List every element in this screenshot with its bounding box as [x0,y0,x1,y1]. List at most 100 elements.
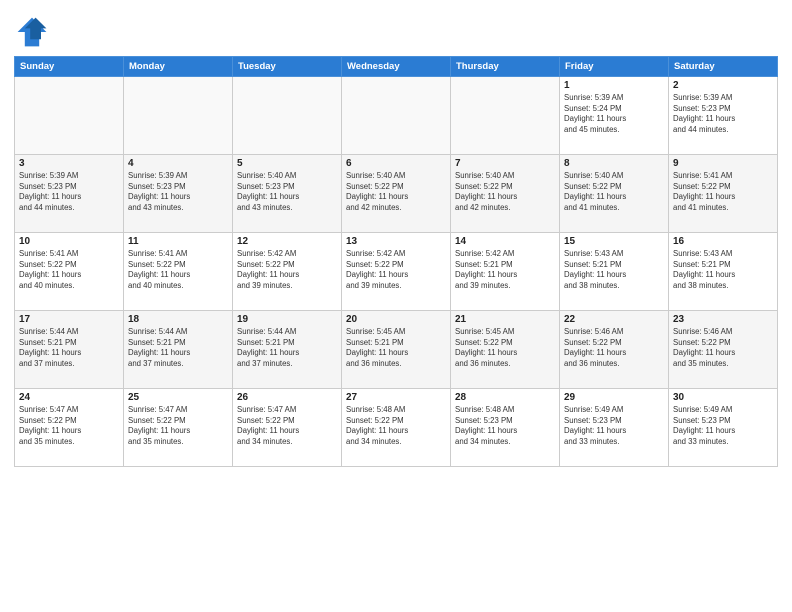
logo [14,14,54,50]
calendar-cell: 22 Sunrise: 5:46 AM Sunset: 5:22 PM Dayli… [560,311,669,389]
day-info: Sunrise: 5:44 AM Sunset: 5:21 PM Dayligh… [128,327,228,369]
day-number: 12 [237,236,337,247]
day-number: 23 [673,314,773,325]
calendar-cell [451,77,560,155]
calendar-cell: 3 Sunrise: 5:39 AM Sunset: 5:23 PM Daylig… [15,155,124,233]
calendar-cell: 12 Sunrise: 5:42 AM Sunset: 5:22 PM Dayli… [233,233,342,311]
day-number: 19 [237,314,337,325]
day-info: Sunrise: 5:46 AM Sunset: 5:22 PM Dayligh… [673,327,773,369]
calendar-cell: 28Sunrise: 5:48 AM Sunset: 5:23 PM Dayli… [451,389,560,467]
calendar-cell: 21 Sunrise: 5:45 AM Sunset: 5:22 PM Dayli… [451,311,560,389]
day-info: Sunrise: 5:44 AM Sunset: 5:21 PM Dayligh… [19,327,119,369]
day-number: 21 [455,314,555,325]
calendar-cell: 4 Sunrise: 5:39 AM Sunset: 5:23 PM Daylig… [124,155,233,233]
day-number: 8 [564,158,664,169]
day-number: 1 [564,80,664,91]
day-info: Sunrise: 5:40 AM Sunset: 5:22 PM Dayligh… [346,171,446,213]
day-info: Sunrise: 5:42 AM Sunset: 5:21 PM Dayligh… [455,249,555,291]
day-info: Sunrise: 5:44 AM Sunset: 5:21 PM Dayligh… [237,327,337,369]
calendar-header-row: SundayMondayTuesdayWednesdayThursdayFrid… [15,57,778,77]
day-info: Sunrise: 5:46 AM Sunset: 5:22 PM Dayligh… [564,327,664,369]
calendar-cell [342,77,451,155]
calendar-cell: 23 Sunrise: 5:46 AM Sunset: 5:22 PM Dayli… [669,311,778,389]
day-info: Sunrise: 5:41 AM Sunset: 5:22 PM Dayligh… [19,249,119,291]
day-info: Sunrise: 5:48 AM Sunset: 5:23 PM Dayligh… [455,405,555,447]
calendar-cell: 26 Sunrise: 5:47 AM Sunset: 5:22 PM Dayli… [233,389,342,467]
calendar-cell: 9 Sunrise: 5:41 AM Sunset: 5:22 PM Daylig… [669,155,778,233]
calendar-cell [124,77,233,155]
day-number: 27 [346,392,446,403]
calendar-header-saturday: Saturday [669,57,778,77]
day-info: Sunrise: 5:43 AM Sunset: 5:21 PM Dayligh… [673,249,773,291]
page-header [14,10,778,50]
day-info: Sunrise: 5:49 AM Sunset: 5:23 PM Dayligh… [564,405,664,447]
calendar-cell: 8 Sunrise: 5:40 AM Sunset: 5:22 PM Daylig… [560,155,669,233]
calendar-cell: 17 Sunrise: 5:44 AM Sunset: 5:21 PM Dayli… [15,311,124,389]
day-number: 9 [673,158,773,169]
day-info: Sunrise: 5:40 AM Sunset: 5:22 PM Dayligh… [455,171,555,213]
day-info: Sunrise: 5:47 AM Sunset: 5:22 PM Dayligh… [237,405,337,447]
day-info: Sunrise: 5:40 AM Sunset: 5:23 PM Dayligh… [237,171,337,213]
day-number: 4 [128,158,228,169]
day-number: 20 [346,314,446,325]
calendar-week-3: 10 Sunrise: 5:41 AM Sunset: 5:22 PM Dayli… [15,233,778,311]
calendar-cell: 24 Sunrise: 5:47 AM Sunset: 5:22 PM Dayli… [15,389,124,467]
day-info: Sunrise: 5:48 AM Sunset: 5:22 PM Dayligh… [346,405,446,447]
day-number: 22 [564,314,664,325]
calendar-cell: 29Sunrise: 5:49 AM Sunset: 5:23 PM Dayli… [560,389,669,467]
day-number: 3 [19,158,119,169]
day-info: Sunrise: 5:39 AM Sunset: 5:24 PM Dayligh… [564,93,664,135]
calendar-cell: 30 Sunrise: 5:49 AM Sunset: 5:23 PM Dayli… [669,389,778,467]
calendar-header-sunday: Sunday [15,57,124,77]
calendar-cell: 1 Sunrise: 5:39 AM Sunset: 5:24 PM Daylig… [560,77,669,155]
day-info: Sunrise: 5:47 AM Sunset: 5:22 PM Dayligh… [19,405,119,447]
day-number: 17 [19,314,119,325]
day-info: Sunrise: 5:39 AM Sunset: 5:23 PM Dayligh… [128,171,228,213]
day-number: 16 [673,236,773,247]
day-number: 5 [237,158,337,169]
calendar-week-1: 1 Sunrise: 5:39 AM Sunset: 5:24 PM Daylig… [15,77,778,155]
day-info: Sunrise: 5:41 AM Sunset: 5:22 PM Dayligh… [673,171,773,213]
day-info: Sunrise: 5:49 AM Sunset: 5:23 PM Dayligh… [673,405,773,447]
calendar-cell [15,77,124,155]
calendar-cell: 6 Sunrise: 5:40 AM Sunset: 5:22 PM Daylig… [342,155,451,233]
calendar-cell: 13 Sunrise: 5:42 AM Sunset: 5:22 PM Dayli… [342,233,451,311]
calendar-cell: 27 Sunrise: 5:48 AM Sunset: 5:22 PM Dayli… [342,389,451,467]
day-number: 30 [673,392,773,403]
day-info: Sunrise: 5:42 AM Sunset: 5:22 PM Dayligh… [237,249,337,291]
day-info: Sunrise: 5:43 AM Sunset: 5:21 PM Dayligh… [564,249,664,291]
calendar-cell: 16 Sunrise: 5:43 AM Sunset: 5:21 PM Dayli… [669,233,778,311]
calendar-week-4: 17 Sunrise: 5:44 AM Sunset: 5:21 PM Dayli… [15,311,778,389]
day-number: 13 [346,236,446,247]
day-info: Sunrise: 5:42 AM Sunset: 5:22 PM Dayligh… [346,249,446,291]
day-number: 26 [237,392,337,403]
day-number: 2 [673,80,773,91]
day-info: Sunrise: 5:39 AM Sunset: 5:23 PM Dayligh… [19,171,119,213]
calendar-cell: 19 Sunrise: 5:44 AM Sunset: 5:21 PM Dayli… [233,311,342,389]
logo-icon [14,14,50,50]
day-info: Sunrise: 5:40 AM Sunset: 5:22 PM Dayligh… [564,171,664,213]
calendar-cell: 20 Sunrise: 5:45 AM Sunset: 5:21 PM Dayli… [342,311,451,389]
calendar-week-5: 24 Sunrise: 5:47 AM Sunset: 5:22 PM Dayli… [15,389,778,467]
day-number: 10 [19,236,119,247]
page-container: SundayMondayTuesdayWednesdayThursdayFrid… [0,0,792,612]
calendar-cell: 18 Sunrise: 5:44 AM Sunset: 5:21 PM Dayli… [124,311,233,389]
day-number: 18 [128,314,228,325]
calendar-header-monday: Monday [124,57,233,77]
calendar-cell [233,77,342,155]
day-info: Sunrise: 5:45 AM Sunset: 5:22 PM Dayligh… [455,327,555,369]
day-info: Sunrise: 5:47 AM Sunset: 5:22 PM Dayligh… [128,405,228,447]
calendar-cell: 14Sunrise: 5:42 AM Sunset: 5:21 PM Dayli… [451,233,560,311]
calendar-header-tuesday: Tuesday [233,57,342,77]
calendar-cell: 15Sunrise: 5:43 AM Sunset: 5:21 PM Dayli… [560,233,669,311]
day-number: 7 [455,158,555,169]
day-info: Sunrise: 5:45 AM Sunset: 5:21 PM Dayligh… [346,327,446,369]
calendar-cell: 5 Sunrise: 5:40 AM Sunset: 5:23 PM Daylig… [233,155,342,233]
calendar-cell: 10 Sunrise: 5:41 AM Sunset: 5:22 PM Dayli… [15,233,124,311]
day-number: 24 [19,392,119,403]
calendar-header-thursday: Thursday [451,57,560,77]
day-info: Sunrise: 5:41 AM Sunset: 5:22 PM Dayligh… [128,249,228,291]
calendar-cell: 25 Sunrise: 5:47 AM Sunset: 5:22 PM Dayli… [124,389,233,467]
day-number: 6 [346,158,446,169]
day-number: 25 [128,392,228,403]
